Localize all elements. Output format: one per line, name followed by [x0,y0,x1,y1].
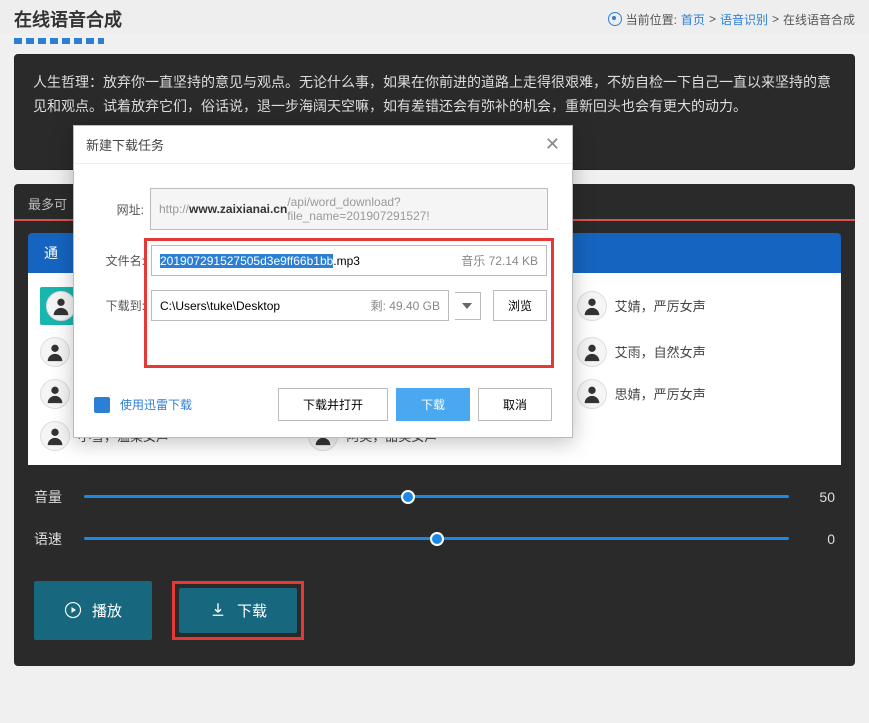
page-title: 在线语音合成 [14,6,122,32]
loc-label: 当前位置: [626,11,677,28]
path-dropdown[interactable] [455,292,481,320]
chevron-down-icon [462,303,472,309]
volume-thumb[interactable] [401,490,415,504]
close-icon[interactable]: ✕ [545,134,560,155]
voice-label: 艾婧，严厉女声 [615,296,706,315]
download-highlight: 下载 [172,581,304,640]
voice-label: 艾雨，自然女声 [615,342,706,361]
cancel-button[interactable]: 取消 [478,388,552,421]
path-field[interactable]: C:\Users\tuke\Desktop 剩: 49.40 GB [151,290,449,321]
modal-title: 新建下载任务 [86,135,164,154]
speed-slider[interactable] [84,537,789,540]
play-button[interactable]: 播放 [34,581,152,640]
avatar-icon [577,291,607,321]
download-label: 下载 [237,600,267,621]
download-modal: 新建下载任务 ✕ 网址: http://www.zaixianai.cn/api… [73,125,573,438]
download-open-button[interactable]: 下载并打开 [278,388,388,421]
play-icon [64,601,82,619]
volume-value: 50 [805,489,835,505]
download-confirm-button[interactable]: 下载 [396,388,470,421]
play-label: 播放 [92,600,122,621]
bc-current: 在线语音合成 [783,11,855,28]
avatar-icon [40,379,70,409]
speed-value: 0 [805,531,835,547]
browse-button[interactable]: 浏览 [493,290,547,321]
filename-selected: 201907291527505d3e9ff66b1bb [160,254,333,268]
avatar-icon [40,337,70,367]
speed-thumb[interactable] [430,532,444,546]
path-label: 下载到: [99,297,145,314]
avatar-icon [577,337,607,367]
download-icon [209,601,227,619]
avatar-icon [46,291,76,321]
voice-option[interactable]: 艾婧，严厉女声 [577,287,829,325]
location-icon [608,12,622,26]
voice-option[interactable]: 思婧，严厉女声 [577,379,829,409]
volume-slider[interactable] [84,495,789,498]
speed-label: 语速 [34,529,68,549]
filename-label: 文件名: [99,252,145,269]
breadcrumb: 当前位置: 首页 > 语音识别 > 在线语音合成 [608,11,855,28]
voice-option[interactable]: 艾雨，自然女声 [577,337,829,367]
path-meta: 剩: 49.40 GB [371,297,440,314]
avatar-icon [577,379,607,409]
avatar-icon [40,421,70,451]
bc-speech[interactable]: 语音识别 [720,11,768,28]
url-label: 网址: [98,201,144,218]
header-accent [14,38,104,44]
volume-label: 音量 [34,487,68,507]
quote-text: 人生哲理：放弃你一直坚持的意见与观点。无论什么事，如果在你前进的道路上走得很艰难… [33,71,836,119]
bc-home[interactable]: 首页 [681,11,705,28]
filename-field[interactable]: 201907291527505d3e9ff66b1bb.mp3 音乐 72.14… [151,245,547,276]
download-button[interactable]: 下载 [179,588,297,633]
url-field[interactable]: http://www.zaixianai.cn/api/word_downloa… [150,188,548,230]
voice-label: 思婧，严厉女声 [615,384,706,403]
fields-highlight: 文件名: 201907291527505d3e9ff66b1bb.mp3 音乐 … [144,238,554,368]
thunder-link[interactable]: 使用迅雷下载 [120,396,192,413]
thunder-icon [94,397,110,413]
file-meta: 音乐 72.14 KB [461,252,538,269]
